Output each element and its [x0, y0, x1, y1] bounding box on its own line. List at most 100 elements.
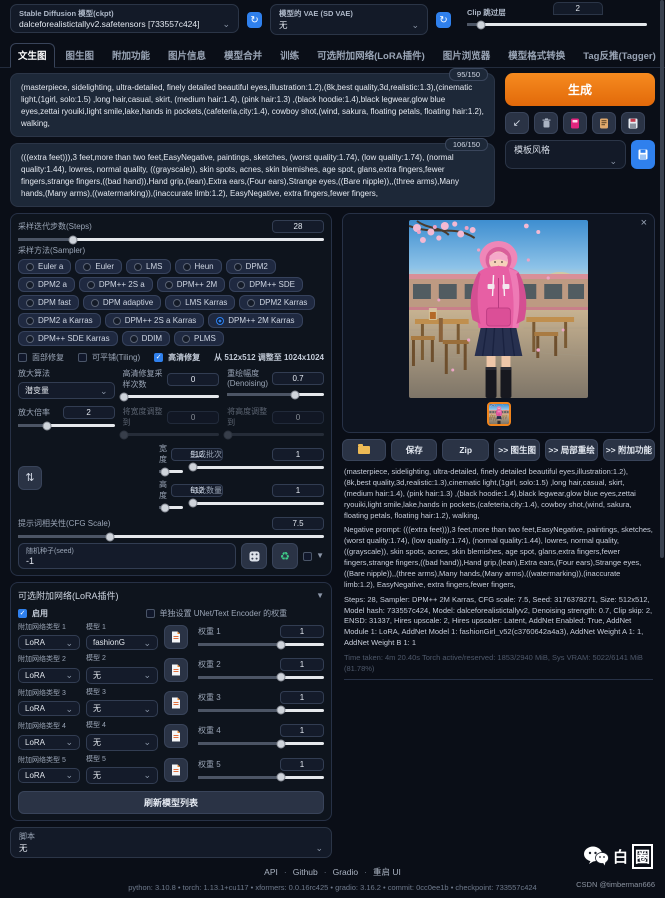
lora-type-dropdown[interactable]: LoRA⌄ [18, 701, 80, 716]
refresh-vae-button[interactable]: ↻ [436, 12, 451, 28]
lora-separate-checkbox[interactable] [146, 609, 155, 618]
steps-value[interactable]: 28 [272, 220, 324, 233]
tab[interactable]: 图片浏览器 [436, 44, 498, 67]
lora-enable-checkbox[interactable] [18, 609, 27, 618]
lora-type-dropdown[interactable]: LoRA⌄ [18, 735, 80, 750]
denoise-value[interactable]: 0.7 [272, 372, 324, 385]
sampler-option[interactable]: DPM2 [226, 259, 276, 274]
tab[interactable]: 模型合并 [217, 44, 269, 67]
save-button[interactable]: 保存 [391, 439, 437, 461]
sampler-option[interactable]: Heun [175, 259, 222, 274]
lora-weight-slider[interactable] [198, 709, 324, 712]
sampler-option[interactable]: DPM++ 2M [157, 277, 225, 292]
lora-type-dropdown[interactable]: LoRA⌄ [18, 635, 80, 650]
script-dropdown[interactable]: 脚本 无⌄ [10, 827, 332, 858]
open-folder-button[interactable] [342, 439, 386, 461]
lora-model-dropdown[interactable]: 无⌄ [86, 700, 158, 717]
resize-width-value[interactable]: 0 [167, 411, 219, 424]
generated-image[interactable] [409, 220, 588, 398]
footer-link[interactable]: Gradio [318, 867, 358, 877]
sampler-option[interactable]: LMS Karras [165, 295, 235, 310]
send-to-inpaint-button[interactable]: >> 局部重绘 [545, 439, 597, 461]
lora-model-info-button[interactable] [164, 658, 188, 682]
batch-size-slider[interactable] [190, 502, 324, 505]
lora-model-info-button[interactable] [164, 625, 188, 649]
random-seed-button[interactable] [241, 543, 267, 569]
sampler-option[interactable]: DPM2 a [18, 277, 75, 292]
sampler-option[interactable]: DPM adaptive [83, 295, 161, 310]
footer-link[interactable]: API [264, 867, 278, 877]
save-style-button[interactable] [621, 112, 645, 134]
sampler-option[interactable]: Euler a [18, 259, 71, 274]
height-slider[interactable] [159, 506, 183, 509]
sampler-option[interactable]: DPM++ SDE [229, 277, 303, 292]
lora-type-dropdown[interactable]: LoRA⌄ [18, 768, 80, 783]
tab[interactable]: Tag反推(Tagger) [576, 44, 662, 67]
resize-height-value[interactable]: 0 [272, 411, 324, 424]
lora-weight-value[interactable]: 1 [280, 625, 324, 638]
sampler-option[interactable]: DPM++ SDE Karras [18, 331, 118, 346]
clear-prompt-button[interactable] [534, 112, 558, 134]
refresh-checkpoint-button[interactable]: ↻ [247, 12, 262, 28]
sampler-option[interactable]: DPM2 Karras [239, 295, 315, 310]
lora-weight-slider[interactable] [198, 742, 324, 745]
checkpoint-dropdown[interactable]: Stable Diffusion 模型(ckpt) dalceforealist… [10, 4, 239, 33]
tab[interactable]: 图生图 [59, 44, 102, 67]
sampler-option[interactable]: LMS [126, 259, 170, 274]
tab[interactable]: 可选附加网络(LoRA插件) [310, 44, 432, 67]
sampler-option[interactable]: DPM2 a Karras [18, 313, 101, 328]
clip-skip-value[interactable]: 2 [553, 2, 603, 15]
lora-weight-value[interactable]: 1 [280, 658, 324, 671]
extra-networks-button[interactable] [563, 112, 587, 134]
prompt-textarea[interactable]: 95/150 (masterpiece, sidelighting, ultra… [10, 73, 495, 137]
lora-weight-value[interactable]: 1 [280, 724, 324, 737]
apply-style-button[interactable] [592, 112, 616, 134]
hires-steps-slider[interactable] [123, 395, 220, 398]
extra-seed-checkbox[interactable] [303, 552, 312, 561]
seed-input[interactable]: 随机种子(seed) -1 [18, 543, 236, 569]
upscale-by-slider[interactable] [18, 424, 115, 427]
cfg-value[interactable]: 7.5 [272, 517, 324, 530]
sampler-option[interactable]: DDIM [122, 331, 170, 346]
lora-model-info-button[interactable] [164, 691, 188, 715]
close-icon[interactable]: × [641, 217, 647, 229]
save-style-blue-button[interactable] [631, 140, 655, 169]
upscale-by-value[interactable]: 2 [63, 406, 115, 419]
tab[interactable]: 文生图 [10, 43, 55, 68]
face-restore-checkbox[interactable] [18, 353, 27, 362]
tab[interactable]: 模型格式转换 [501, 44, 572, 67]
reuse-seed-button[interactable]: ♻ [272, 543, 298, 569]
scrollbar[interactable] [660, 0, 664, 558]
gallery-thumbnail[interactable] [487, 402, 511, 426]
footer-link[interactable]: 重启 UI [358, 867, 401, 877]
cfg-slider[interactable] [18, 535, 324, 538]
lora-weight-value[interactable]: 1 [280, 691, 324, 704]
clip-skip-slider[interactable] [467, 23, 647, 26]
footer-link[interactable]: Github [278, 867, 318, 877]
resize-height-slider[interactable] [227, 433, 324, 436]
resize-width-slider[interactable] [123, 433, 220, 436]
denoise-slider[interactable] [227, 393, 324, 396]
width-slider[interactable] [159, 470, 183, 473]
batch-count-slider[interactable] [190, 466, 324, 469]
read-params-button[interactable]: ↙ [505, 112, 529, 134]
steps-slider[interactable] [18, 238, 324, 241]
style-dropdown[interactable]: 模板风格 ⌄ [505, 140, 626, 169]
lora-model-info-button[interactable] [164, 758, 188, 782]
send-to-img2img-button[interactable]: >> 图生图 [494, 439, 540, 461]
swap-dimensions-button[interactable]: ⇅ [18, 466, 42, 490]
refresh-models-button[interactable]: 刷新模型列表 [18, 791, 324, 814]
sampler-option[interactable]: DPM++ 2S a [79, 277, 153, 292]
lora-model-dropdown[interactable]: 无⌄ [86, 767, 158, 784]
tab[interactable]: 附加功能 [105, 44, 157, 67]
vae-dropdown[interactable]: 模型的 VAE (SD VAE) 无 ⌄ [270, 4, 428, 35]
upscaler-dropdown[interactable]: 潜变量 ⌄ [18, 382, 115, 399]
lora-weight-slider[interactable] [198, 676, 324, 679]
sampler-option[interactable]: DPM fast [18, 295, 79, 310]
sampler-option[interactable]: PLMS [174, 331, 224, 346]
lora-header[interactable]: 可选附加网络(LoRA插件) [18, 589, 119, 602]
send-to-extras-button[interactable]: >> 附加功能 [603, 439, 655, 461]
zip-button[interactable]: Zip [442, 439, 488, 461]
lora-type-dropdown[interactable]: LoRA⌄ [18, 668, 80, 683]
batch-size-value[interactable]: 1 [272, 484, 324, 497]
